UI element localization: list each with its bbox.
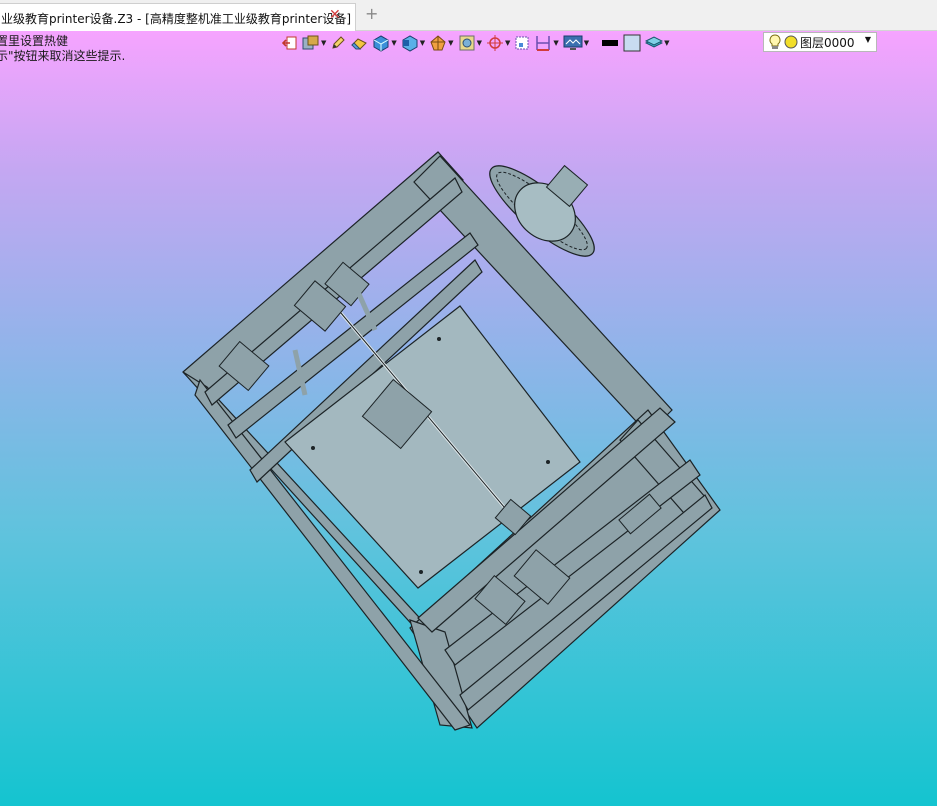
document-tab[interactable]: 业级教育printer设备.Z3 - [高精度整机准工业级教育printer设备… <box>0 3 356 31</box>
document-tab-bar: 业级教育printer设备.Z3 - [高精度整机准工业级教育printer设备… <box>0 0 937 31</box>
new-tab-icon[interactable]: + <box>365 6 378 22</box>
close-tab-icon[interactable]: ✕ <box>329 7 341 23</box>
printer-3d-model[interactable] <box>0 31 937 806</box>
document-tab-title: 业级教育printer设备.Z3 - [高精度整机准工业级教育printer设备… <box>1 12 352 26</box>
3d-viewport[interactable]: 置里设置热健 示"按钮来取消这些提示. ▼ ▼ ▼ ▼ ▼ ▼ ▼ ▼ ▼ 图层… <box>0 31 937 806</box>
